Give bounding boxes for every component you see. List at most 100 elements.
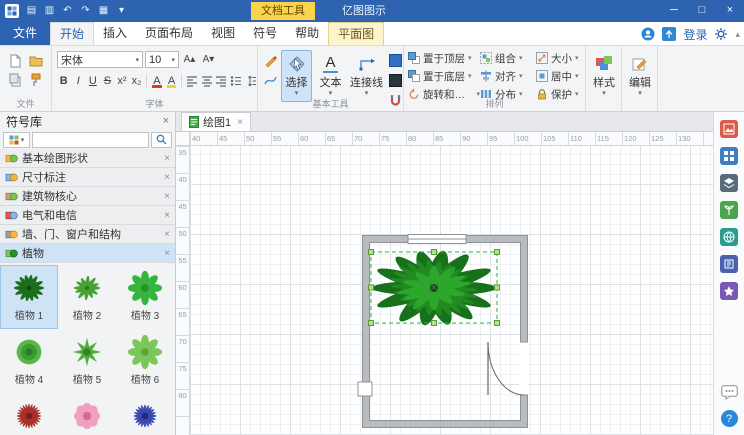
- category-plants[interactable]: 植物 ×: [0, 244, 175, 263]
- category-close-icon[interactable]: ×: [164, 210, 170, 221]
- search-button[interactable]: [151, 131, 172, 148]
- fill-color-swatch[interactable]: [387, 52, 403, 68]
- copy-icon[interactable]: [7, 72, 23, 88]
- tab-view[interactable]: 视图: [202, 22, 244, 45]
- ribbon-collapse-icon[interactable]: ▴: [735, 29, 740, 40]
- category-basic-shapes[interactable]: 基本绘图形状 ×: [0, 149, 175, 168]
- wall-fixture-shape[interactable]: [357, 381, 373, 397]
- bullet-list-button[interactable]: [229, 73, 243, 89]
- redo-icon[interactable]: ↷: [78, 3, 93, 19]
- save-icon[interactable]: ▤: [24, 3, 39, 19]
- close-button[interactable]: ×: [716, 0, 744, 22]
- clipart-icon[interactable]: [720, 120, 738, 138]
- login-link[interactable]: 登录: [683, 26, 707, 43]
- qat-more-icon[interactable]: ▾: [114, 3, 129, 19]
- document-tab-close-icon[interactable]: ×: [237, 117, 243, 128]
- increase-font-button[interactable]: A▴: [181, 51, 198, 68]
- plant-item-9[interactable]: [116, 393, 174, 435]
- new-document-icon[interactable]: [7, 53, 23, 69]
- freeform-curve-icon[interactable]: [262, 72, 278, 88]
- category-electrical-telecom[interactable]: 电气和电信 ×: [0, 206, 175, 225]
- undo-icon[interactable]: ↶: [60, 3, 75, 19]
- comment-icon[interactable]: [720, 383, 738, 401]
- tab-insert[interactable]: 插入: [94, 22, 136, 45]
- open-icon[interactable]: ▥: [42, 3, 57, 19]
- tab-symbols[interactable]: 符号: [244, 22, 286, 45]
- align-left-button[interactable]: [185, 73, 199, 89]
- underline-button[interactable]: U: [86, 73, 100, 89]
- category-close-icon[interactable]: ×: [164, 191, 170, 202]
- bring-to-front-button[interactable]: 置于顶层 ▾: [408, 49, 480, 67]
- plant-item-8[interactable]: [58, 393, 116, 435]
- line-color-swatch[interactable]: [387, 72, 403, 88]
- community-icon[interactable]: [641, 27, 655, 41]
- print-icon[interactable]: ▦: [96, 3, 111, 19]
- symbol-search-input[interactable]: [32, 131, 149, 148]
- line-spacing-button[interactable]: [243, 73, 257, 89]
- category-walls-doors-windows[interactable]: 墙、门、窗户和结构 ×: [0, 225, 175, 244]
- help-button[interactable]: ?: [720, 410, 738, 427]
- horizontal-ruler[interactable]: 40 45 50 55 60 65 70 75 80 85 90 95 100 …: [190, 132, 713, 146]
- format-painter-icon[interactable]: [28, 72, 44, 88]
- drawing-surface[interactable]: [190, 146, 713, 435]
- plants-panel-icon[interactable]: [720, 201, 738, 219]
- plant-item-7[interactable]: [0, 393, 58, 435]
- send-to-back-button[interactable]: 置于底层 ▾: [408, 67, 480, 85]
- library-filter-dropdown[interactable]: ▾: [3, 131, 30, 148]
- pencil-icon[interactable]: [262, 52, 278, 68]
- text-tool-button[interactable]: A 文本 ▾: [315, 50, 346, 102]
- align-button[interactable]: 对齐 ▾: [480, 67, 536, 85]
- plant-item-2[interactable]: 植物 2: [58, 265, 116, 329]
- tab-help[interactable]: 帮助: [286, 22, 328, 45]
- maximize-button[interactable]: □: [688, 0, 716, 22]
- category-dimensioning[interactable]: 尺寸标注 ×: [0, 168, 175, 187]
- document-tab[interactable]: 绘图1 ×: [181, 112, 251, 131]
- edit-button[interactable]: 编辑 ▾: [622, 50, 658, 102]
- plant-item-4[interactable]: 植物 4: [0, 329, 58, 393]
- gear-icon[interactable]: [714, 27, 728, 41]
- vertical-ruler[interactable]: 35 40 45 50 55 60 65 70 75 80: [176, 146, 190, 435]
- category-close-icon[interactable]: ×: [164, 153, 170, 164]
- group-button[interactable]: 组合 ▾: [480, 49, 536, 67]
- italic-button[interactable]: I: [72, 73, 86, 89]
- plant-item-1[interactable]: 植物 1: [0, 265, 58, 329]
- map-icon[interactable]: [720, 228, 738, 246]
- door-shape[interactable]: [487, 341, 529, 396]
- decrease-font-button[interactable]: A▾: [200, 51, 217, 68]
- category-close-icon[interactable]: ×: [164, 229, 170, 240]
- tab-home[interactable]: 开始: [50, 22, 95, 45]
- plant-item-5[interactable]: 植物 5: [58, 329, 116, 393]
- style-button[interactable]: 样式 ▾: [586, 50, 622, 102]
- share-icon[interactable]: [662, 27, 677, 41]
- symbol-library-icon[interactable]: [720, 147, 738, 165]
- tab-file[interactable]: 文件: [0, 22, 51, 45]
- category-building-core[interactable]: 建筑物核心 ×: [0, 187, 175, 206]
- tab-floor-plan[interactable]: 平面图: [328, 22, 385, 45]
- subscript-button[interactable]: x₂: [130, 73, 144, 89]
- superscript-button[interactable]: x²: [115, 73, 129, 89]
- tab-page-layout[interactable]: 页面布局: [136, 22, 202, 45]
- select-tool-button[interactable]: 选择 ▾: [281, 50, 312, 102]
- strikethrough-button[interactable]: S: [101, 73, 115, 89]
- category-close-icon[interactable]: ×: [164, 248, 170, 259]
- layers-icon[interactable]: [720, 174, 738, 192]
- minimize-button[interactable]: ─: [660, 0, 688, 22]
- highlight-button[interactable]: A: [165, 73, 179, 89]
- font-family-select[interactable]: 宋体 ▾: [57, 51, 143, 68]
- align-right-button[interactable]: [214, 73, 228, 89]
- font-size-select[interactable]: 10 ▾: [145, 51, 179, 68]
- center-button[interactable]: 居中 ▾: [536, 67, 586, 85]
- panel-close-icon[interactable]: ×: [163, 115, 169, 127]
- ebook-icon[interactable]: [720, 255, 738, 273]
- align-center-button[interactable]: [200, 73, 214, 89]
- plant-item-3[interactable]: 植物 3: [116, 265, 174, 329]
- favorites-icon[interactable]: [720, 282, 738, 300]
- font-color-button[interactable]: A: [150, 73, 164, 89]
- plant-item-6[interactable]: 植物 6: [116, 329, 174, 393]
- size-button[interactable]: 大小 ▾: [536, 49, 586, 67]
- open-folder-icon[interactable]: [28, 53, 44, 69]
- window-shape[interactable]: [407, 234, 467, 244]
- palm-plant-shape[interactable]: [371, 249, 497, 327]
- connector-tool-button[interactable]: 连接线 ▾: [349, 50, 384, 102]
- category-close-icon[interactable]: ×: [164, 172, 170, 183]
